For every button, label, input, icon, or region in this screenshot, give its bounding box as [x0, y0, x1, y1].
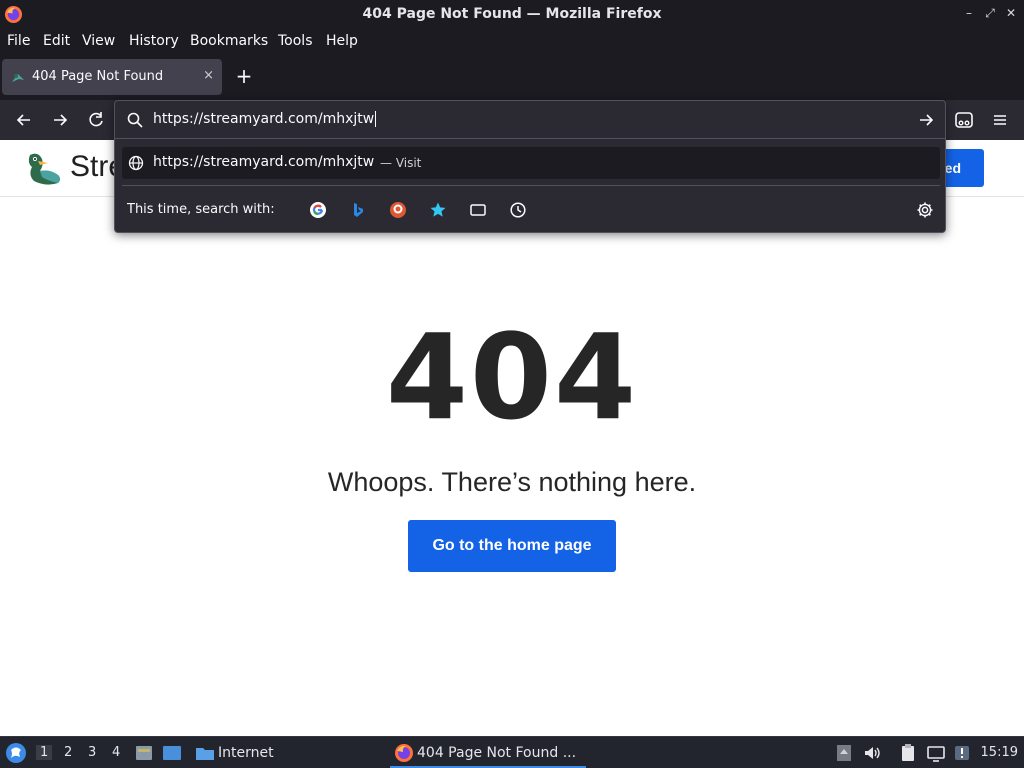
urlbar[interactable]: https://streamyard.com/mhxjtw: [115, 101, 945, 139]
forward-button[interactable]: [49, 109, 71, 131]
menu-file[interactable]: File: [7, 33, 30, 49]
start-menu-icon[interactable]: [5, 742, 27, 764]
gear-icon[interactable]: [916, 201, 934, 219]
streamyard-duck-logo-icon[interactable]: [24, 151, 66, 187]
google-icon[interactable]: [309, 201, 327, 219]
suggestion-url: https://streamyard.com/mhxjtw: [153, 154, 375, 170]
menu-bar: File Edit View History Bookmarks Tools H…: [0, 29, 1024, 54]
error-message: Whoops. There’s nothing here.: [327, 467, 697, 497]
menu-view[interactable]: View: [82, 33, 115, 49]
duckduckgo-icon[interactable]: [389, 201, 407, 219]
private-mask-button[interactable]: [953, 109, 975, 131]
network-icon[interactable]: [926, 743, 946, 763]
tab-label: 404 Page Not Found: [32, 69, 164, 84]
workspace-3[interactable]: 3: [88, 745, 96, 760]
taskbar: 1 2 3 4 Internet 404 Page Not Found ...: [0, 736, 1024, 768]
back-button[interactable]: [13, 109, 35, 131]
search-with-label: This time, search with:: [127, 202, 275, 217]
hamburger-icon: [994, 115, 1006, 125]
tab-close-icon[interactable]: ×: [203, 68, 214, 83]
maximize-icon[interactable]: ⤢: [983, 6, 997, 20]
reload-icon: [89, 112, 103, 127]
go-arrow-icon[interactable]: [917, 111, 935, 129]
window-titlebar: 404 Page Not Found — Mozilla Firefox – ⤢…: [0, 0, 1024, 29]
window-title: 404 Page Not Found — Mozilla Firefox: [362, 6, 662, 22]
workspace-2[interactable]: 2: [64, 745, 72, 760]
menu-edit[interactable]: Edit: [43, 33, 70, 49]
mask-icon: [955, 112, 973, 128]
suggestion-action: — Visit: [380, 156, 422, 170]
update-notification-icon[interactable]: [952, 743, 972, 763]
notes-tray-icon[interactable]: [898, 743, 918, 763]
menu-history[interactable]: History: [129, 33, 179, 49]
globe-icon: [128, 155, 144, 171]
volume-icon[interactable]: [862, 743, 882, 763]
history-icon[interactable]: [509, 201, 527, 219]
new-tab-button[interactable]: +: [234, 66, 254, 86]
forward-arrow-icon: [54, 114, 68, 126]
error-code: 404: [385, 308, 639, 446]
tabs-icon[interactable]: [469, 201, 487, 219]
file-manager-icon[interactable]: [134, 743, 154, 763]
workspace-4[interactable]: 4: [112, 745, 120, 760]
folder-icon[interactable]: [195, 743, 215, 763]
streamyard-favicon-icon: [12, 74, 24, 82]
clock: 15:19: [980, 745, 1018, 760]
app-menu-button[interactable]: [989, 109, 1011, 131]
url-suggestion-row[interactable]: https://streamyard.com/mhxjtw — Visit: [122, 147, 940, 179]
clipboard-tray-icon[interactable]: [834, 743, 854, 763]
dropdown-divider: [122, 185, 940, 186]
tab-404-page[interactable]: 404 Page Not Found ×: [2, 59, 222, 95]
reload-button[interactable]: [85, 109, 107, 131]
menu-tools[interactable]: Tools: [278, 33, 313, 49]
menu-bookmarks[interactable]: Bookmarks: [190, 33, 268, 49]
back-arrow-icon: [16, 114, 30, 126]
internet-launcher-label[interactable]: Internet: [218, 745, 274, 761]
url-input[interactable]: https://streamyard.com/mhxjtw: [153, 111, 377, 127]
bookmarks-icon[interactable]: [429, 201, 447, 219]
close-window-icon[interactable]: ✕: [1004, 6, 1018, 20]
taskbar-firefox-task[interactable]: 404 Page Not Found ...: [390, 737, 586, 768]
desktop-icon[interactable]: [162, 743, 182, 763]
minimize-icon[interactable]: –: [962, 6, 976, 20]
workspace-1[interactable]: 1: [36, 745, 53, 760]
firefox-task-icon: [395, 744, 413, 762]
home-page-button[interactable]: Go to the home page: [408, 520, 616, 572]
task-label: 404 Page Not Found ...: [417, 745, 577, 761]
bing-icon[interactable]: [349, 201, 367, 219]
menu-help[interactable]: Help: [326, 33, 358, 49]
tab-strip: 404 Page Not Found × +: [0, 54, 1024, 100]
search-icon: [127, 112, 143, 128]
urlbar-dropdown: https://streamyard.com/mhxjtw https://st…: [114, 100, 946, 233]
